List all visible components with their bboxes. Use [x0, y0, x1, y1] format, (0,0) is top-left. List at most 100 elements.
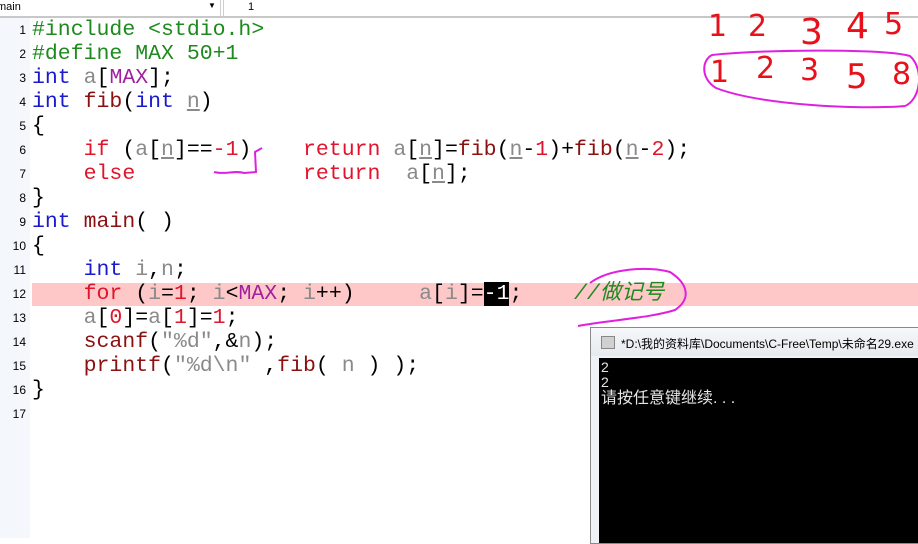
code-token: =: [161, 282, 174, 306]
code-token: a: [148, 306, 162, 330]
function-select[interactable]: main ▼: [0, 0, 221, 16]
code-line[interactable]: #define MAX 50+1: [32, 42, 238, 66]
code-token: {: [32, 114, 45, 138]
code-token: //做记号: [574, 282, 665, 306]
code-token: ;: [186, 282, 213, 306]
code-token: (: [122, 282, 149, 306]
annotation-row-2: 1 2 3 5 8: [710, 51, 911, 97]
code-token: else: [83, 162, 136, 186]
code-token: ): [199, 90, 213, 114]
chevron-down-icon[interactable]: ▼: [208, 1, 216, 10]
console-line: 2: [601, 359, 609, 375]
code-token: [: [96, 306, 110, 330]
code-token: ++): [315, 282, 420, 306]
line-number: 15: [12, 359, 26, 373]
code-token: int: [32, 210, 71, 234]
code-token: int: [83, 258, 123, 282]
code-line[interactable]: else return a[n];: [32, 162, 471, 186]
code-token: (: [161, 354, 174, 378]
code-token: {: [32, 234, 45, 258]
code-token: );: [251, 330, 278, 354]
code-token: #define MAX 50+1: [32, 42, 239, 66]
code-token: ]=: [457, 282, 484, 306]
code-line[interactable]: int a[MAX];: [32, 66, 174, 90]
code-token: a: [83, 306, 97, 330]
code-token: n: [432, 162, 445, 186]
line-number: 16: [12, 383, 26, 397]
line-number-field[interactable]: 1: [223, 0, 914, 16]
code-line[interactable]: if (a[n]==-1) return a[n]=fib(n-1)+fib(n…: [32, 138, 691, 162]
code-token: 1: [212, 306, 226, 330]
code-token: ( ): [135, 210, 174, 234]
code-token: ]=: [122, 306, 149, 330]
code-token: printf: [83, 354, 162, 378]
code-line[interactable]: int fib(int n): [32, 90, 213, 114]
code-token: n: [509, 138, 523, 162]
code-token: a: [419, 282, 433, 306]
code-token: "%d": [161, 330, 213, 354]
code-token: return: [303, 138, 381, 162]
code-token: (: [612, 138, 626, 162]
code-line[interactable]: printf("%d\n" ,fib( n ) );: [32, 354, 420, 378]
code-token: [: [419, 162, 432, 186]
code-token: "%d\n": [173, 354, 252, 378]
code-token: MAX: [109, 66, 149, 90]
code-token: );: [664, 138, 691, 162]
code-token: ];: [148, 66, 174, 90]
line-number: 14: [12, 335, 26, 349]
annotation-digit: 3: [800, 53, 819, 88]
code-line[interactable]: }: [32, 378, 45, 402]
code-line[interactable]: for (i=1; i<MAX; i++) a[i]=-1; //做记号: [32, 282, 664, 306]
code-token: if: [83, 138, 110, 162]
console-window[interactable]: *D:\我的资料库\Documents\C-Free\Temp\未命名29.ex…: [590, 327, 918, 544]
annotation-ellipse: [703, 49, 918, 109]
code-line[interactable]: {: [32, 234, 45, 258]
code-token: ;: [173, 258, 187, 282]
code-token: a: [393, 138, 407, 162]
code-token: int: [32, 90, 71, 114]
code-token: ;: [509, 282, 523, 306]
code-token: i: [303, 282, 316, 306]
annotation-digit: 1: [710, 55, 729, 90]
console-output: 2 2 请按任意键继续. . .: [599, 358, 918, 543]
code-token: (: [109, 138, 136, 162]
line-number: 10: [12, 239, 26, 253]
annotation-digit: 5: [846, 57, 868, 97]
code-token: 0: [109, 306, 123, 330]
console-line: 请按任意键继续. . .: [601, 390, 736, 407]
code-token: i: [148, 282, 162, 306]
code-token: (: [315, 354, 342, 378]
code-line[interactable]: a[0]=a[1]=1;: [32, 306, 239, 330]
code-token: [: [96, 66, 110, 90]
line-number: 13: [12, 311, 26, 325]
code-token: (: [122, 90, 136, 114]
code-line[interactable]: int i,n;: [32, 258, 187, 282]
code-token: n: [419, 138, 433, 162]
code-line[interactable]: {: [32, 114, 45, 138]
code-line[interactable]: int main( ): [32, 210, 174, 234]
code-line[interactable]: }: [32, 186, 45, 210]
code-token: n: [161, 138, 174, 162]
line-number: 12: [12, 287, 26, 301]
code-token: i: [212, 282, 226, 306]
line-number: 9: [19, 215, 26, 229]
code-token: 1: [535, 138, 549, 162]
line-number: 11: [13, 263, 26, 277]
code-token: 1: [173, 282, 187, 306]
code-token: fib: [277, 354, 316, 378]
code-token: (: [148, 330, 162, 354]
code-token: #include <stdio.h>: [32, 18, 265, 42]
code-line[interactable]: scanf("%d",&n);: [32, 330, 278, 354]
console-title-bar[interactable]: *D:\我的资料库\Documents\C-Free\Temp\未命名29.ex…: [591, 328, 918, 356]
line-number-value: 1: [248, 1, 255, 13]
code-line[interactable]: #include <stdio.h>: [32, 18, 264, 42]
